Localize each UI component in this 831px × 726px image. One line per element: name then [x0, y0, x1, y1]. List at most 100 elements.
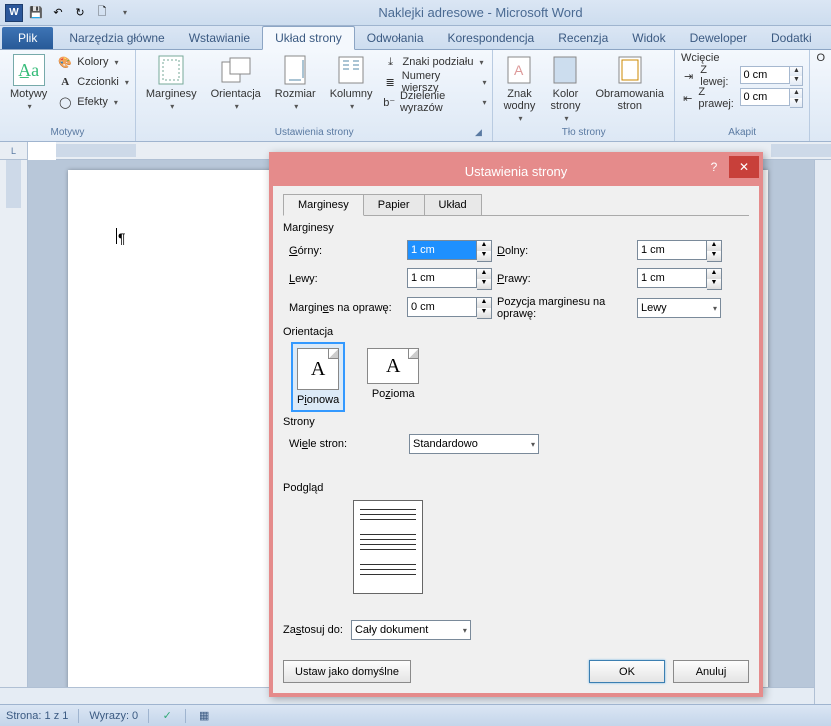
effects-button[interactable]: ◯Efekty▾	[57, 92, 129, 112]
close-icon: ✕	[739, 160, 749, 174]
label-left: Lewy:	[289, 273, 407, 285]
status-page[interactable]: Strona: 1 z 1	[6, 710, 68, 722]
select-gutter-pos[interactable]: Lewy▾	[637, 298, 721, 318]
colors-button[interactable]: 🎨Kolory▾	[57, 52, 129, 72]
tab-view[interactable]: Widok	[620, 27, 677, 49]
undo-button[interactable]: ↶	[48, 3, 68, 23]
tab-layout[interactable]: Układ	[424, 194, 482, 215]
status-words[interactable]: Wyrazy: 0	[89, 710, 138, 722]
spin-down[interactable]: ▼	[477, 308, 491, 318]
tab-selector[interactable]: L	[0, 142, 28, 160]
ok-button[interactable]: OK	[589, 660, 665, 683]
qat-customize[interactable]: ▾	[114, 3, 134, 23]
orientation-landscape[interactable]: A Pozioma	[363, 344, 423, 410]
file-tab[interactable]: Plik	[2, 27, 53, 49]
chevron-down-icon: ▾	[479, 58, 483, 67]
set-default-button[interactable]: Ustaw jako domyślne	[283, 660, 411, 683]
watermark-button[interactable]: AZnak wodny▾	[499, 52, 539, 125]
spin-down[interactable]: ▼	[790, 98, 802, 107]
page-borders-icon	[614, 54, 646, 86]
input-right[interactable]	[637, 268, 707, 288]
vertical-ruler[interactable]	[0, 160, 28, 706]
hyphenation-button[interactable]: b⁻Dzielenie wyrazów▾	[383, 92, 487, 112]
spin-up[interactable]: ▲	[477, 298, 491, 308]
tab-review[interactable]: Recenzja	[546, 27, 620, 49]
tab-home[interactable]: Narzędzia główne	[57, 27, 176, 49]
line-numbers-button[interactable]: ≣Numery wierszy▾	[383, 72, 487, 92]
help-icon: ?	[711, 160, 718, 174]
quick-access-toolbar: W 💾 ↶ ↻ 🗋 ▾	[4, 3, 134, 23]
themes-label: Motywy	[10, 88, 47, 100]
spin-down[interactable]: ▼	[477, 251, 491, 261]
fonts-icon: A	[57, 74, 73, 90]
columns-button[interactable]: Kolumny▾	[326, 52, 377, 113]
vertical-scrollbar[interactable]	[814, 160, 831, 704]
label-right: Prawy:	[497, 273, 637, 285]
macro-icon[interactable]: ▦	[196, 708, 212, 724]
qat-item[interactable]: 🗋	[92, 3, 112, 23]
page-color-button[interactable]: Kolor strony▾	[545, 52, 585, 125]
help-button[interactable]: ?	[699, 156, 729, 178]
page-setup-more: ⤓Znaki podziału▾ ≣Numery wierszy▾ b⁻Dzie…	[383, 52, 487, 112]
spin-up[interactable]: ▲	[790, 89, 802, 98]
redo-button[interactable]: ↻	[70, 3, 90, 23]
chevron-down-icon: ▾	[482, 98, 486, 107]
page-borders-button[interactable]: Obramowania stron	[591, 52, 667, 114]
tab-addins[interactable]: Dodatki	[759, 27, 824, 49]
caret	[116, 228, 117, 244]
input-gutter[interactable]	[407, 297, 477, 317]
tab-mailings[interactable]: Korespondencja	[436, 27, 547, 49]
indent-right-input[interactable]	[740, 88, 790, 106]
chevron-down-icon: ▾	[123, 8, 127, 17]
title-bar: W 💾 ↶ ↻ 🗋 ▾ Naklejki adresowe - Microsof…	[0, 0, 831, 26]
chevron-down-icon: ▾	[125, 78, 129, 87]
save-icon: 💾	[28, 5, 44, 21]
select-apply-to[interactable]: Cały dokument▾	[351, 620, 471, 640]
spin-down[interactable]: ▼	[707, 251, 721, 261]
indent-right-row: ⇤ Z prawej: ▲▼	[681, 88, 803, 108]
spin-down[interactable]: ▼	[477, 279, 491, 289]
orientation-button[interactable]: Orientacja▾	[207, 52, 265, 113]
tab-developer[interactable]: Deweloper	[678, 27, 759, 49]
text-cursor: ¶	[118, 230, 126, 246]
size-icon	[279, 54, 311, 86]
tab-margins[interactable]: Marginesy	[283, 194, 364, 216]
size-button[interactable]: Rozmiar▾	[271, 52, 320, 113]
spellcheck-icon[interactable]: ✓	[159, 708, 175, 724]
apply-to-row: Zastosuj do: Cały dokument▾	[283, 620, 749, 640]
word-icon[interactable]: W	[4, 3, 24, 23]
landscape-icon: A	[367, 348, 419, 384]
save-button[interactable]: 💾	[26, 3, 46, 23]
spin-up[interactable]: ▲	[707, 269, 721, 279]
tab-paper[interactable]: Papier	[363, 194, 425, 215]
dialog-launcher[interactable]: ◢	[472, 127, 484, 139]
doc-icon: 🗋	[94, 5, 110, 21]
themes-button[interactable]: A̲a Motywy ▾	[6, 52, 51, 113]
orientation-portrait[interactable]: A Pionowa	[293, 344, 343, 410]
breaks-button[interactable]: ⤓Znaki podziału▾	[383, 52, 487, 72]
orientation-row: A Pionowa A Pozioma	[293, 344, 749, 410]
label-multi-pages: Wiele stron:	[289, 438, 401, 450]
input-top[interactable]	[407, 240, 477, 260]
select-multi-pages[interactable]: Standardowo▾	[409, 434, 539, 454]
tab-page-layout[interactable]: Układ strony	[262, 26, 355, 50]
margins-button[interactable]: Marginesy▾	[142, 52, 201, 113]
fonts-button[interactable]: ACzcionki▾	[57, 72, 129, 92]
tab-insert[interactable]: Wstawianie	[177, 27, 262, 49]
spin-up[interactable]: ▲	[477, 269, 491, 279]
input-left[interactable]	[407, 268, 477, 288]
spin-up[interactable]: ▲	[790, 67, 802, 76]
spin-down[interactable]: ▼	[707, 279, 721, 289]
tab-references[interactable]: Odwołania	[355, 27, 436, 49]
close-button[interactable]: ✕	[729, 156, 759, 178]
chevron-down-icon: ▾	[235, 102, 239, 111]
spin-up[interactable]: ▲	[477, 241, 491, 251]
theme-options: 🎨Kolory▾ ACzcionki▾ ◯Efekty▾	[57, 52, 129, 112]
indent-left-input[interactable]	[740, 66, 790, 84]
spin-down[interactable]: ▼	[790, 76, 802, 85]
cancel-button[interactable]: Anuluj	[673, 660, 749, 683]
spin-up[interactable]: ▲	[707, 241, 721, 251]
input-bottom[interactable]	[637, 240, 707, 260]
dialog-titlebar[interactable]: Ustawienia strony ? ✕	[273, 156, 759, 186]
margins-icon	[155, 54, 187, 86]
